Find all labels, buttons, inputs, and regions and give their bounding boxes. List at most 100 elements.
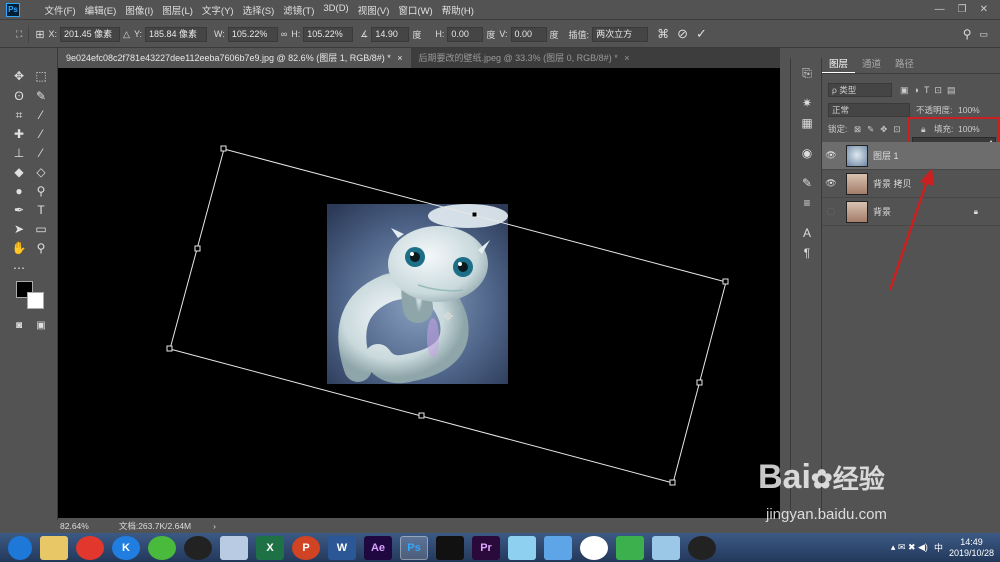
zoom-tool-icon[interactable]: ⚲ [32,240,50,256]
path-select-icon[interactable]: ➤ [10,221,28,237]
vskew-field[interactable]: 0.00 [510,26,547,42]
tab-document-2[interactable]: 后期要改的壁纸.jpeg @ 33.3% (图层 0, RGB/8#) * × [411,48,638,68]
start-button[interactable] [8,535,32,560]
history-panel-icon[interactable]: ⎘ [799,66,815,82]
brush-panel-icon[interactable]: ✎ [799,176,815,192]
opacity-field[interactable]: 100% [958,105,986,115]
taskbar-app-k[interactable]: K [112,535,140,560]
taskbar-app-premiere[interactable]: Pr [472,535,500,560]
visibility-toggle[interactable]: ▢ [822,206,840,217]
swatches-panel-icon[interactable]: ▦ [799,116,815,132]
dodge-tool-icon[interactable]: ⚲ [32,183,50,199]
taskbar-app-qq[interactable] [184,535,212,560]
menu-layer[interactable]: 图层(L) [158,3,198,17]
bucket-tool-icon[interactable]: ◇ [32,164,50,180]
color-panel-icon[interactable]: ✷ [799,96,815,112]
lasso-tool-icon[interactable]: ʘ [10,88,28,104]
close-icon[interactable]: × [397,53,402,63]
taskbar-app-qq2[interactable] [688,535,716,560]
document-canvas[interactable] [58,68,780,520]
menu-window[interactable]: 窗口(W) [394,3,437,17]
taskbar-app-green[interactable] [616,535,644,560]
taskbar-app-wechat[interactable] [148,535,176,560]
blend-mode-select[interactable]: 正常 [828,103,910,117]
taskbar-app-aftereffects[interactable]: Ae [364,535,392,560]
restore-button[interactable]: ❐ [958,4,967,15]
background-color-swatch[interactable] [27,292,44,309]
taskbar-app-word[interactable]: W [328,535,356,560]
status-menu-arrow[interactable]: › [213,521,216,531]
paragraph-panel-icon[interactable]: ¶ [799,246,815,262]
h-field[interactable]: 105.22% [303,26,354,42]
eye-icon[interactable]: 👁︎ [822,178,840,189]
minimize-button[interactable]: — [935,4,945,15]
taskbar-app-cloud[interactable] [580,535,608,560]
cancel-transform-icon[interactable]: ⊘ [677,26,688,42]
taskbar-app-explorer[interactable] [40,535,68,560]
more-tools-icon[interactable]: ⋯ [10,260,28,276]
character-panel-icon[interactable]: A [799,226,815,242]
x-field[interactable]: 201.45 像素 [60,26,121,42]
rectangle-tool-icon[interactable]: ▭ [32,221,50,237]
pen-tool-icon[interactable]: ✒ [10,202,28,218]
link-icon[interactable]: ∞ [281,29,287,39]
menu-type[interactable]: 文字(Y) [197,3,238,17]
marquee-tool-icon[interactable]: ⬚ [32,68,50,84]
menu-edit[interactable]: 编辑(E) [80,3,121,17]
screen-mode-icon[interactable]: ▣ [32,318,50,334]
type-tool-icon[interactable]: T [32,202,50,218]
delta-icon[interactable]: △ [123,29,130,40]
taskbar-app-excel[interactable]: X [256,535,284,560]
y-field[interactable]: 185.84 像素 [144,26,207,42]
tab-document-1[interactable]: 9e024efc08c2f781e43227dee112eeba7606b7e9… [58,48,411,68]
eyedropper-icon[interactable]: ⁄ [32,107,50,123]
search-icon[interactable]: ⚲ [963,27,972,41]
quick-mask-icon[interactable]: ◙ [10,318,28,334]
taskbar-app-tool[interactable] [220,535,248,560]
w-field[interactable]: 105.22% [227,26,278,42]
hand-tool-icon[interactable]: ✋ [10,240,28,256]
tab-layers[interactable]: 图层 [822,56,856,73]
quick-select-icon[interactable]: ✎ [32,88,50,104]
tray-icons[interactable]: ▴ ✉ ✖ ◀) [891,542,928,553]
taskbar-app-netease[interactable] [76,535,104,560]
interpolation-select[interactable]: 两次立方 [592,26,649,42]
taskbar-app-video[interactable] [436,535,464,560]
tab-channels[interactable]: 通道 [855,56,888,73]
crop-tool-icon[interactable]: ⌗ [10,107,28,123]
commit-transform-icon[interactable]: ✓ [696,26,707,42]
menu-view[interactable]: 视图(V) [353,3,394,17]
kind-filter-select[interactable]: ρ 类型 [828,83,892,97]
properties-panel-icon[interactable]: ≡ [799,196,815,212]
taskbar-app-photoshop[interactable]: Ps [400,535,428,560]
menu-select[interactable]: 选择(S) [238,3,279,17]
menu-3d[interactable]: 3D(D) [319,3,353,17]
taskbar-app-feishu[interactable] [544,535,572,560]
eye-icon[interactable]: 👁︎ [822,150,840,161]
hskew-field[interactable]: 0.00 [447,26,484,42]
taskbar-app-powerpoint[interactable]: P [292,535,320,560]
transform-tool-icon[interactable]: ⛶ [16,29,22,40]
menu-image[interactable]: 图像(I) [121,3,158,17]
warp-icon[interactable]: ⌘ [657,27,669,41]
angle-field[interactable]: 14.90 [371,26,410,42]
adjustments-panel-icon[interactable]: ◉ [799,146,815,162]
tab-paths[interactable]: 路径 [888,56,921,73]
menu-help[interactable]: 帮助(H) [437,3,478,17]
zoom-level[interactable]: 82.64% [60,521,89,531]
close-icon[interactable]: × [624,53,629,63]
brush-tool-icon[interactable]: ⁄ [32,126,50,142]
move-tool-icon[interactable]: ✥ [10,68,28,84]
filter-icons[interactable]: ▣◑T⊡▤ [900,85,990,96]
clock[interactable]: 14:49 2019/10/28 [949,537,994,559]
menu-file[interactable]: 文件(F) [40,3,80,17]
stamp-tool-icon[interactable]: ⊥ [10,145,28,161]
ime-indicator[interactable]: 中 [934,541,943,554]
history-brush-icon[interactable]: ⁄ [32,145,50,161]
eraser-tool-icon[interactable]: ◆ [10,164,28,180]
workspace-icon[interactable]: ▭ [979,29,988,40]
blur-tool-icon[interactable]: ● [10,183,28,199]
reference-point-icon[interactable]: ⊞ [35,28,44,41]
healing-tool-icon[interactable]: ✚ [10,126,28,142]
menu-filter[interactable]: 滤镜(T) [279,3,319,17]
